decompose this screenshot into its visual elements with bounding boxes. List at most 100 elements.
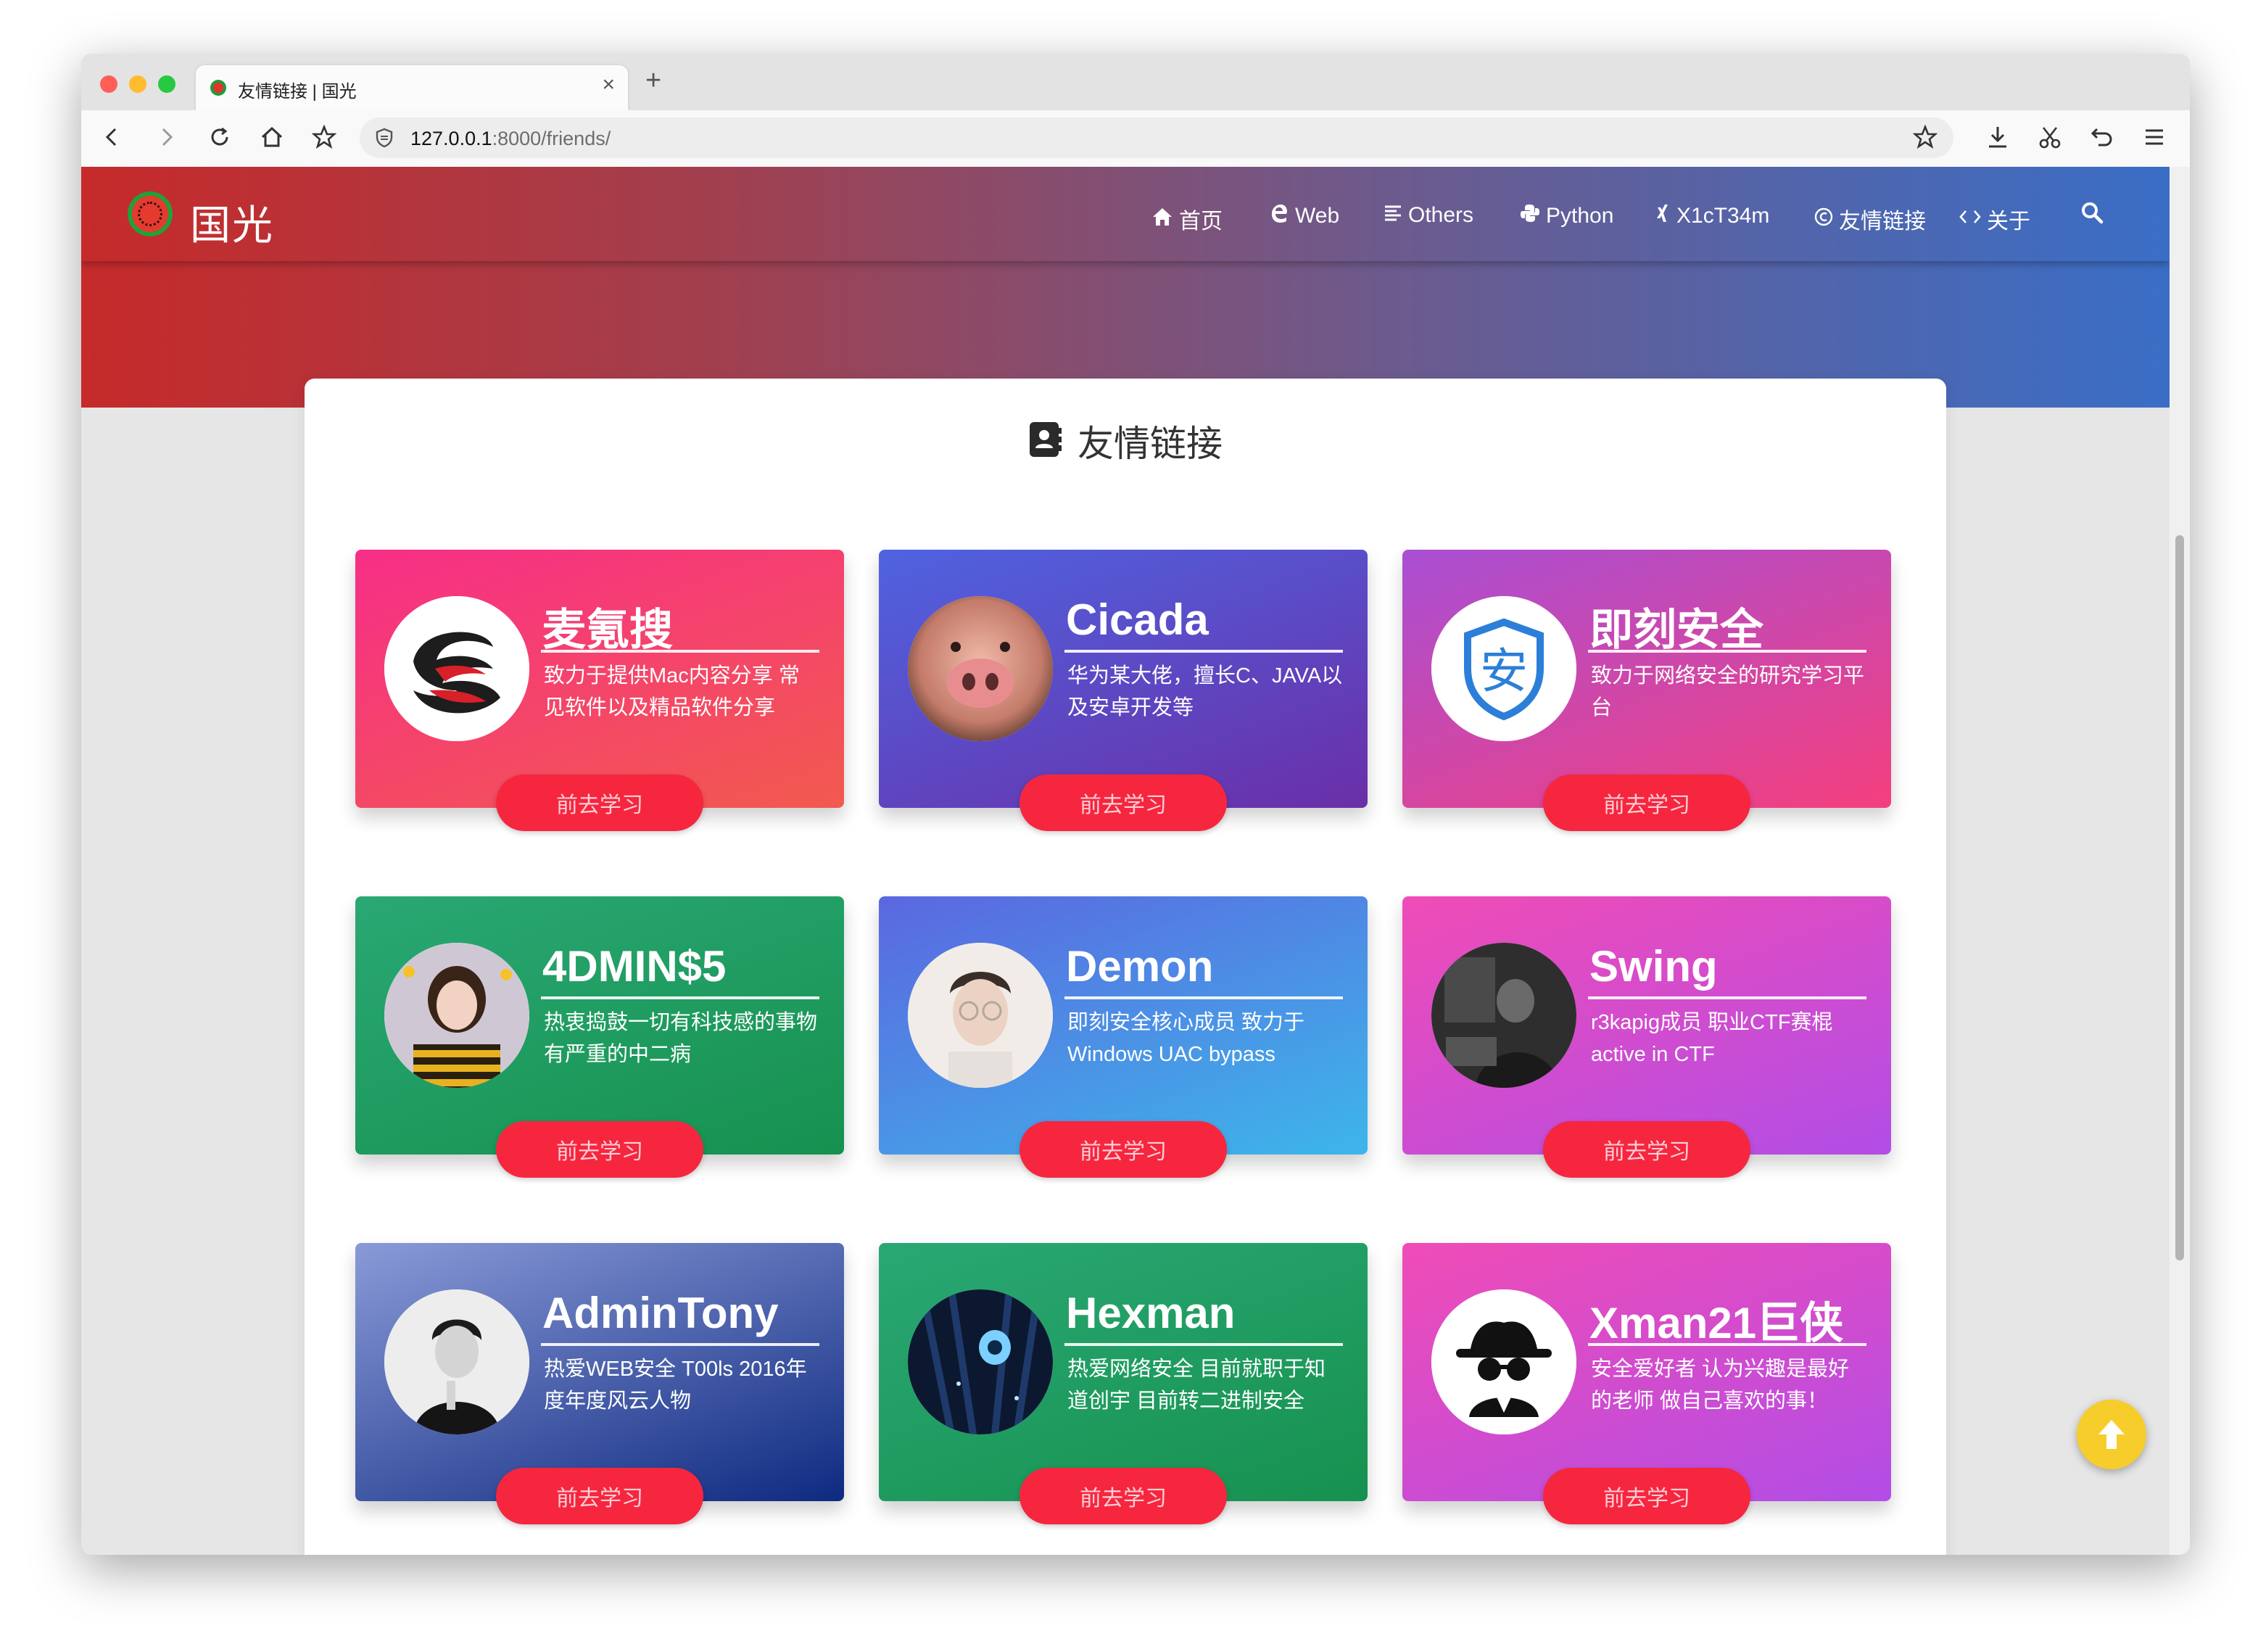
friend-avatar[interactable] (908, 1289, 1053, 1434)
divider (541, 1343, 819, 1346)
page-viewport: 国光 首页 Web Others Python X1cT34m 友情链接 关于 … (81, 167, 2170, 1555)
reload-icon[interactable] (203, 120, 236, 154)
friend-card: AdminTony 热爱WEB安全 T00ls 2016年度年度风云人物 前去学习 (355, 1243, 844, 1526)
forward-icon[interactable] (149, 120, 183, 154)
friend-card-body: Cicada 华为某大佬，擅长C、JAVA以及安卓开发等 (879, 550, 1368, 808)
go-learn-button[interactable]: 前去学习 (1543, 1468, 1750, 1524)
back-to-top-button[interactable] (2077, 1400, 2146, 1469)
friend-name: AdminTony (542, 1289, 779, 1337)
url-bar[interactable]: 127.0.0.1:8000/friends/ (360, 117, 1953, 158)
home-icon[interactable] (255, 120, 289, 154)
nav-item-x1ct34m[interactable]: X1cT34m (1655, 203, 1769, 228)
search-icon[interactable] (2080, 200, 2104, 225)
divider (1064, 650, 1343, 653)
nav-item-python[interactable]: Python (1520, 203, 1613, 228)
screenshot-scissors-icon[interactable] (2033, 120, 2067, 154)
friend-card: 4DMIN$5 热衷捣鼓一切有科技感的事物 有严重的中二病 前去学习 (355, 896, 844, 1179)
friend-avatar[interactable] (384, 943, 529, 1088)
divider (1588, 650, 1866, 653)
tab-strip: 友情链接 | 国光 × + (81, 54, 2190, 110)
go-learn-button[interactable]: 前去学习 (496, 775, 703, 831)
nav-item-web[interactable]: Web (1269, 203, 1339, 228)
friend-avatar[interactable] (908, 943, 1053, 1088)
scrollbar[interactable] (2170, 167, 2190, 1555)
friend-avatar[interactable] (908, 596, 1053, 741)
nav-item-friends[interactable]: 友情链接 (1814, 203, 1926, 235)
watermelon-favicon-icon (210, 80, 226, 96)
friend-name: Xman21巨侠 (1589, 1299, 1844, 1347)
friend-card-body: Xman21巨侠安全爱好者 认为兴趣是最好的老师 做自己喜欢的事！ (1402, 1243, 1891, 1501)
tab-title: 友情链接 | 国光 (238, 82, 357, 102)
friend-name: Cicada (1066, 595, 1209, 644)
site-navbar: 国光 首页 Web Others Python X1cT34m 友情链接 关于 (81, 167, 2170, 261)
site-logo-text[interactable]: 国光 (190, 193, 274, 252)
friend-avatar[interactable] (384, 1289, 529, 1434)
friend-name: 即刻安全 (1589, 606, 1763, 654)
browser-window: 友情链接 | 国光 × + 127.0.0.1:8000/friends/ 国光… (81, 54, 2190, 1555)
arrow-up-icon (2098, 1420, 2125, 1449)
friend-card-body: Hexman 热爱网络安全 目前就职于知道创宇 目前转二进制安全 (879, 1243, 1368, 1501)
nav-item-home[interactable]: 首页 (1151, 203, 1223, 235)
go-learn-button[interactable]: 前去学习 (1543, 1121, 1750, 1178)
code-icon (1959, 207, 1981, 231)
go-learn-button[interactable]: 前去学习 (1020, 775, 1227, 831)
list-icon (1384, 204, 1402, 228)
minimize-window-button[interactable] (129, 75, 146, 93)
friend-description: 华为某大佬，擅长C、JAVA以及安卓开发等 (1067, 664, 1343, 719)
maximize-window-button[interactable] (158, 75, 175, 93)
friend-avatar[interactable]: 安 (1431, 596, 1576, 741)
friend-card-body: 麦氪搜 致力于提供Mac内容分享 常见软件以及精品软件分享 (355, 550, 844, 808)
shield-icon[interactable] (374, 128, 394, 152)
home-icon (1151, 207, 1173, 232)
go-learn-button[interactable]: 前去学习 (1020, 1121, 1227, 1178)
close-window-button[interactable] (100, 75, 117, 93)
friend-avatar[interactable] (1431, 943, 1576, 1088)
friend-description: 安全爱好者 认为兴趣是最好的老师 做自己喜欢的事！ (1591, 1358, 1850, 1413)
watermelon-logo-icon[interactable] (128, 191, 173, 236)
friend-description: 热爱网络安全 目前就职于知道创宇 目前转二进制安全 (1067, 1358, 1326, 1413)
svg-text:安: 安 (1480, 643, 1528, 699)
friend-card: 麦氪搜 致力于提供Mac内容分享 常见软件以及精品软件分享 前去学习 (355, 550, 844, 833)
friend-card: Hexman 热爱网络安全 目前就职于知道创宇 目前转二进制安全前去学习 (879, 1243, 1368, 1526)
friend-card: 安 即刻安全致力于网络安全的研究学习平台前去学习 (1402, 550, 1891, 833)
friend-card: Cicada 华为某大佬，擅长C、JAVA以及安卓开发等前去学习 (879, 550, 1368, 833)
divider (1064, 1343, 1343, 1346)
browser-tab[interactable]: 友情链接 | 国光 × (196, 65, 628, 110)
go-learn-button[interactable]: 前去学习 (1020, 1468, 1227, 1524)
friend-avatar[interactable] (1431, 1289, 1576, 1434)
back-icon[interactable] (96, 120, 129, 154)
copyright-icon (1814, 207, 1833, 231)
friend-card: Swing r3kapig成员 职业CTF赛棍active in CTF 前去学习 (1402, 896, 1891, 1179)
friend-card: Xman21巨侠 安全爱好者 认为兴趣是最好的老师 做自己喜欢的事！ 前去学习 (1402, 1243, 1891, 1526)
edge-icon (1269, 203, 1289, 228)
menu-hamburger-icon[interactable] (2138, 120, 2171, 154)
tab-close-icon[interactable]: × (602, 74, 615, 96)
friend-description: 致力于网络安全的研究学习平台 (1591, 664, 1865, 719)
friend-description: r3kapig成员 职业CTF赛棍active in CTF (1591, 1011, 1833, 1066)
go-learn-button[interactable]: 前去学习 (496, 1121, 703, 1178)
go-learn-button[interactable]: 前去学习 (1543, 775, 1750, 831)
friend-name: 4DMIN$5 (542, 942, 727, 991)
page-bookmark-star-icon[interactable] (1912, 124, 1938, 153)
friend-card-body: Swing r3kapig成员 职业CTF赛棍active in CTF (1402, 896, 1891, 1155)
divider (1064, 996, 1343, 999)
scroll-thumb[interactable] (2175, 535, 2184, 1260)
new-tab-button[interactable]: + (645, 67, 661, 94)
navigation-toolbar: 127.0.0.1:8000/friends/ (81, 110, 2190, 168)
friend-card-body: 安 即刻安全致力于网络安全的研究学习平台 (1402, 550, 1891, 808)
friend-card: Demon 即刻安全核心成员 致力于Windows UAC bypass 前去学习 (879, 896, 1368, 1179)
nav-item-others[interactable]: Others (1384, 203, 1473, 228)
friend-name: Hexman (1066, 1289, 1236, 1337)
friend-card-body: Demon 即刻安全核心成员 致力于Windows UAC bypass (879, 896, 1368, 1155)
divider (1588, 1343, 1866, 1346)
nav-item-about[interactable]: 关于 (1959, 203, 2030, 235)
friends-panel: 友情链接 麦氪搜 致力于提供Mac内容分享 常见软件以及精品软件分享 前去学习 Cic… (305, 379, 1946, 1555)
go-learn-button[interactable]: 前去学习 (496, 1468, 703, 1524)
download-icon[interactable] (1981, 120, 2014, 154)
python-icon (1520, 203, 1540, 228)
undo-icon[interactable] (2085, 120, 2119, 154)
bookmark-star-icon[interactable] (307, 120, 341, 154)
friend-card-body: 4DMIN$5 热衷捣鼓一切有科技感的事物 有严重的中二病 (355, 896, 844, 1155)
friend-card-body: AdminTony 热爱WEB安全 T00ls 2016年度年度风云人物 (355, 1243, 844, 1501)
friend-avatar[interactable] (384, 596, 529, 741)
